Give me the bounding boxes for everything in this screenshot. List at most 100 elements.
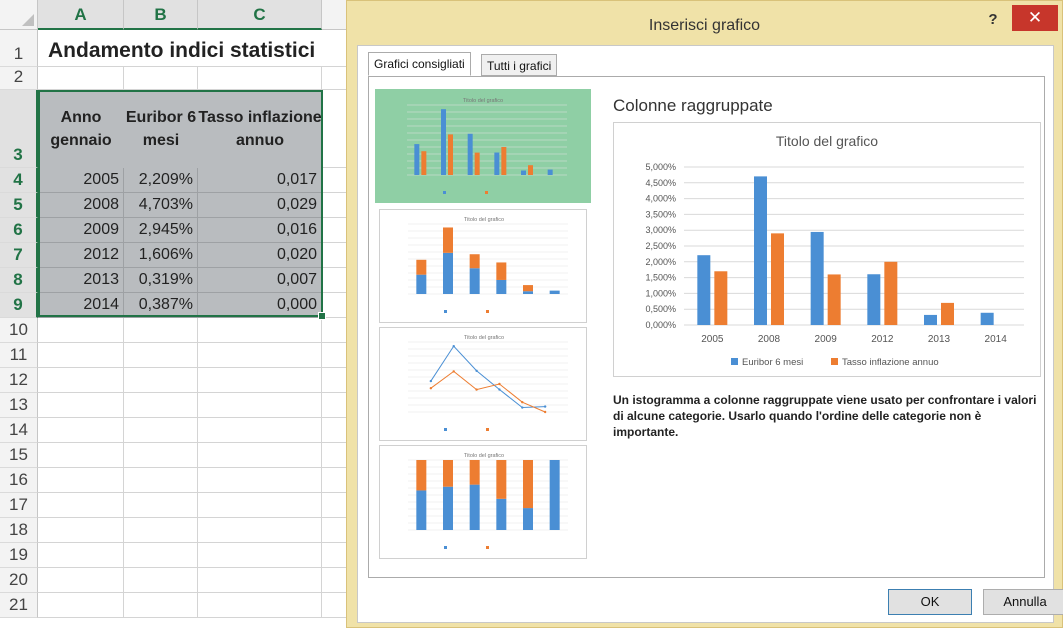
tab-all-charts[interactable]: Tutti i grafici: [481, 54, 558, 76]
cell-anno[interactable]: 2005: [38, 168, 124, 193]
grid-cell[interactable]: [322, 67, 346, 90]
grid-cell[interactable]: [322, 343, 346, 368]
row-header[interactable]: 7: [0, 243, 38, 268]
cell-tasso[interactable]: 0,000: [198, 293, 322, 318]
cell-tasso[interactable]: 0,029: [198, 193, 322, 218]
row-header[interactable]: 14: [0, 418, 38, 443]
grid-cell[interactable]: [322, 268, 346, 293]
row-header[interactable]: 19: [0, 543, 38, 568]
row-header[interactable]: 16: [0, 468, 38, 493]
row-header[interactable]: 9: [0, 293, 38, 318]
grid-cell[interactable]: [38, 568, 124, 593]
thumbnail-line-chart[interactable]: Titolo del grafico: [379, 327, 587, 441]
row-header[interactable]: 12: [0, 368, 38, 393]
thumbnail-100-stacked-column[interactable]: Titolo del grafico: [379, 445, 587, 559]
row-header[interactable]: 5: [0, 193, 38, 218]
fill-handle[interactable]: [318, 312, 326, 320]
grid-cell[interactable]: [124, 518, 198, 543]
grid-cell[interactable]: [322, 90, 346, 168]
cell-anno[interactable]: 2014: [38, 293, 124, 318]
row-header[interactable]: 3: [0, 90, 38, 168]
grid-cell[interactable]: [38, 493, 124, 518]
grid-cell[interactable]: [198, 443, 322, 468]
tab-recommended-charts[interactable]: Grafici consigliati: [368, 52, 471, 76]
grid-cell[interactable]: [322, 443, 346, 468]
grid-cell[interactable]: [198, 418, 322, 443]
grid-cell[interactable]: [322, 368, 346, 393]
row-header[interactable]: 6: [0, 218, 38, 243]
grid-cell[interactable]: [198, 318, 322, 343]
grid-cell[interactable]: [322, 518, 346, 543]
ok-button[interactable]: OK: [888, 589, 972, 615]
grid-cell[interactable]: [124, 368, 198, 393]
grid-cell[interactable]: [124, 493, 198, 518]
grid-cell[interactable]: [198, 568, 322, 593]
grid-cell[interactable]: [198, 67, 322, 90]
cell-tasso[interactable]: 0,007: [198, 268, 322, 293]
grid-cell[interactable]: [124, 468, 198, 493]
grid-cell[interactable]: [124, 418, 198, 443]
header-euribor[interactable]: Euribor 6 mesi: [124, 90, 198, 168]
grid-cell[interactable]: [198, 593, 322, 618]
thumbnail-stacked-column[interactable]: Titolo del grafico: [379, 209, 587, 323]
cell-euribor[interactable]: 2,209%: [124, 168, 198, 193]
row-header[interactable]: 20: [0, 568, 38, 593]
grid-cell[interactable]: [38, 418, 124, 443]
row-header[interactable]: 13: [0, 393, 38, 418]
cell-anno[interactable]: 2009: [38, 218, 124, 243]
grid-cell[interactable]: [198, 493, 322, 518]
thumbnail-clustered-column[interactable]: Titolo del grafico: [375, 89, 591, 203]
cell-euribor[interactable]: 4,703%: [124, 193, 198, 218]
cell-euribor[interactable]: 0,387%: [124, 293, 198, 318]
row-header[interactable]: 4: [0, 168, 38, 193]
header-tasso[interactable]: Tasso inflazione annuo: [198, 90, 322, 168]
grid-cell[interactable]: [322, 168, 346, 193]
row-header[interactable]: 15: [0, 443, 38, 468]
cell-tasso[interactable]: 0,016: [198, 218, 322, 243]
grid-cell[interactable]: [198, 343, 322, 368]
cell-tasso[interactable]: 0,020: [198, 243, 322, 268]
grid-cell[interactable]: [322, 318, 346, 343]
grid-cell[interactable]: [198, 518, 322, 543]
grid-cell[interactable]: [38, 393, 124, 418]
grid-cell[interactable]: [322, 593, 346, 618]
grid-cell[interactable]: [124, 318, 198, 343]
cell-anno[interactable]: 2013: [38, 268, 124, 293]
grid-cell[interactable]: [322, 468, 346, 493]
grid-cell[interactable]: [124, 543, 198, 568]
cell-tasso[interactable]: 0,017: [198, 168, 322, 193]
row-header[interactable]: 1: [0, 30, 38, 67]
grid-cell[interactable]: [124, 443, 198, 468]
row-header[interactable]: 10: [0, 318, 38, 343]
grid-cell[interactable]: [124, 393, 198, 418]
grid-cell[interactable]: [322, 393, 346, 418]
grid-cell[interactable]: [38, 368, 124, 393]
grid-cell[interactable]: [198, 468, 322, 493]
grid-cell[interactable]: [322, 243, 346, 268]
header-anno[interactable]: Anno gennaio: [38, 90, 124, 168]
grid-cell[interactable]: [322, 418, 346, 443]
cell-euribor[interactable]: 1,606%: [124, 243, 198, 268]
column-header-d[interactable]: [322, 0, 346, 30]
sheet-title[interactable]: Andamento indici statistici: [38, 30, 328, 67]
column-header-a[interactable]: A: [38, 0, 124, 30]
row-header[interactable]: 21: [0, 593, 38, 618]
grid-cell[interactable]: [124, 67, 198, 90]
row-header[interactable]: 11: [0, 343, 38, 368]
grid-cell[interactable]: [322, 218, 346, 243]
grid-cell[interactable]: [124, 343, 198, 368]
grid-cell[interactable]: [124, 568, 198, 593]
grid-cell[interactable]: [38, 518, 124, 543]
grid-cell[interactable]: [38, 343, 124, 368]
grid-cell[interactable]: [322, 493, 346, 518]
grid-cell[interactable]: [38, 318, 124, 343]
grid-cell[interactable]: [38, 468, 124, 493]
grid-cell[interactable]: [198, 543, 322, 568]
cell-euribor[interactable]: 2,945%: [124, 218, 198, 243]
cell-euribor[interactable]: 0,319%: [124, 268, 198, 293]
grid-cell[interactable]: [38, 67, 124, 90]
close-button[interactable]: ✕: [1012, 5, 1058, 31]
row-header[interactable]: 2: [0, 67, 38, 90]
grid-cell[interactable]: [198, 368, 322, 393]
grid-cell[interactable]: [38, 543, 124, 568]
